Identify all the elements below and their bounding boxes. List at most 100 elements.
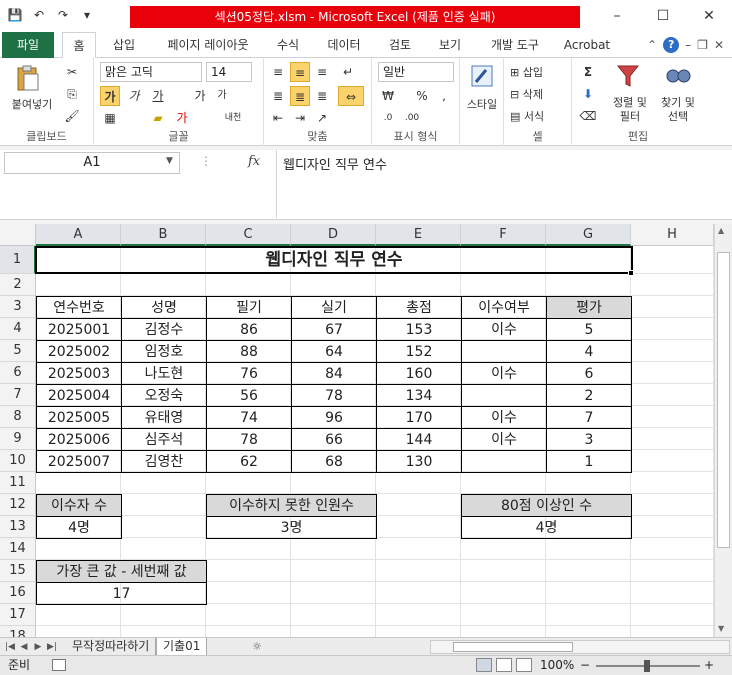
customize-qat-icon[interactable]: ▾ bbox=[78, 6, 96, 24]
row-header-12[interactable]: 12 bbox=[0, 494, 36, 516]
underline-button[interactable]: 가 bbox=[148, 86, 168, 106]
vertical-scrollbar[interactable]: ▲ ▼ bbox=[714, 224, 732, 637]
close-button[interactable]: ✕ bbox=[686, 0, 732, 32]
summary-value-fail[interactable]: 3명 bbox=[206, 516, 377, 539]
title-cell[interactable]: 웹디자인 직무 연수 bbox=[36, 246, 632, 274]
last-sheet-icon[interactable]: ▶| bbox=[46, 638, 58, 656]
table-cell[interactable]: 이수 bbox=[461, 362, 547, 385]
row-header-5[interactable]: 5 bbox=[0, 340, 36, 362]
tab-review[interactable]: 검토 bbox=[384, 32, 416, 58]
first-sheet-icon[interactable]: |◀ bbox=[4, 638, 16, 656]
border-icon[interactable]: ▦ bbox=[100, 108, 120, 128]
maximize-button[interactable]: ☐ bbox=[640, 0, 686, 32]
table-cell[interactable] bbox=[461, 450, 547, 473]
table-cell[interactable]: 130 bbox=[376, 450, 462, 473]
row-header-13[interactable]: 13 bbox=[0, 516, 36, 538]
table-header-cell[interactable]: 총점 bbox=[376, 296, 462, 319]
table-cell[interactable]: 2025005 bbox=[36, 406, 122, 429]
table-cell[interactable]: 2025006 bbox=[36, 428, 122, 451]
table-cell[interactable]: 67 bbox=[291, 318, 377, 341]
align-right-icon[interactable]: ≣ bbox=[312, 86, 332, 106]
shrink-font-button[interactable]: 가 bbox=[212, 86, 232, 106]
doc-restore-icon[interactable]: ❐ bbox=[697, 38, 708, 52]
paste-button[interactable]: 붙여넣기 bbox=[4, 96, 60, 112]
row-header-9[interactable]: 9 bbox=[0, 428, 36, 450]
table-cell[interactable]: 나도현 bbox=[121, 362, 207, 385]
styles-icon[interactable] bbox=[468, 62, 496, 90]
column-header-b[interactable]: B bbox=[121, 224, 206, 246]
table-cell[interactable]: 68 bbox=[291, 450, 377, 473]
vertical-scroll-thumb[interactable] bbox=[717, 252, 730, 548]
tab-file[interactable]: 파일 bbox=[2, 32, 54, 58]
tab-acrobat[interactable]: Acrobat bbox=[562, 32, 612, 58]
table-cell[interactable]: 152 bbox=[376, 340, 462, 363]
table-cell[interactable]: 64 bbox=[291, 340, 377, 363]
scroll-down-icon[interactable]: ▼ bbox=[718, 624, 724, 633]
bold-button[interactable]: 가 bbox=[100, 86, 120, 106]
formula-bar-splitter-icon[interactable]: ⋮ bbox=[200, 154, 212, 168]
table-cell[interactable]: 김영찬 bbox=[121, 450, 207, 473]
row-header-7[interactable]: 7 bbox=[0, 384, 36, 406]
undo-icon[interactable]: ↶ bbox=[30, 6, 48, 24]
zoom-in-button[interactable]: + bbox=[704, 656, 714, 675]
summary-label-over80[interactable]: 80점 이상인 수 bbox=[461, 494, 632, 517]
zoom-out-button[interactable]: − bbox=[580, 656, 590, 675]
table-cell[interactable]: 1 bbox=[546, 450, 632, 473]
row-header-17[interactable]: 17 bbox=[0, 604, 36, 626]
increase-decimal-icon[interactable]: .0 bbox=[378, 108, 398, 128]
zoom-slider-thumb[interactable] bbox=[644, 660, 650, 672]
table-cell[interactable]: 5 bbox=[546, 318, 632, 341]
horizontal-scroll-thumb[interactable] bbox=[453, 642, 573, 652]
table-cell[interactable]: 2025007 bbox=[36, 450, 122, 473]
row-header-6[interactable]: 6 bbox=[0, 362, 36, 384]
row-header-8[interactable]: 8 bbox=[0, 406, 36, 428]
autosum-button[interactable]: Σ bbox=[578, 62, 598, 82]
row-header-18[interactable]: 18 bbox=[0, 626, 36, 637]
table-cell[interactable]: 심주석 bbox=[121, 428, 207, 451]
decrease-indent-icon[interactable]: ⇤ bbox=[268, 108, 288, 128]
redo-icon[interactable]: ↷ bbox=[54, 6, 72, 24]
column-header-f[interactable]: F bbox=[461, 224, 546, 246]
increase-indent-icon[interactable]: ⇥ bbox=[290, 108, 310, 128]
table-cell[interactable]: 김정수 bbox=[121, 318, 207, 341]
currency-icon[interactable]: ₩ bbox=[378, 86, 398, 106]
table-cell[interactable]: 2025001 bbox=[36, 318, 122, 341]
formula-input[interactable]: 웹디자인 직무 연수 bbox=[276, 150, 718, 218]
align-bottom-icon[interactable]: ≡ bbox=[312, 62, 332, 82]
doc-minimize-icon[interactable]: – bbox=[685, 38, 691, 52]
save-icon[interactable]: 💾 bbox=[6, 6, 24, 24]
table-cell[interactable]: 170 bbox=[376, 406, 462, 429]
fill-handle[interactable] bbox=[628, 270, 634, 276]
column-header-c[interactable]: C bbox=[206, 224, 291, 246]
table-cell[interactable]: 7 bbox=[546, 406, 632, 429]
phonetic-button[interactable]: 내천 bbox=[218, 108, 248, 128]
table-header-cell[interactable]: 성명 bbox=[121, 296, 207, 319]
table-cell[interactable]: 이수 bbox=[461, 428, 547, 451]
new-sheet-icon[interactable]: ☼ bbox=[248, 638, 266, 656]
wrap-text-icon[interactable]: ↵ bbox=[338, 62, 358, 82]
fill-color-icon[interactable]: ▰ bbox=[148, 108, 168, 128]
find-select-button[interactable]: 찾기 및 선택 bbox=[656, 96, 700, 124]
table-cell[interactable]: 2 bbox=[546, 384, 632, 407]
sort-filter-icon[interactable] bbox=[614, 62, 642, 90]
table-cell[interactable] bbox=[461, 340, 547, 363]
percent-button[interactable]: % bbox=[412, 86, 432, 106]
font-color-button[interactable]: 가 bbox=[172, 108, 192, 128]
table-cell[interactable]: 78 bbox=[206, 428, 292, 451]
table-cell[interactable]: 88 bbox=[206, 340, 292, 363]
row-header-11[interactable]: 11 bbox=[0, 472, 36, 494]
comma-button[interactable]: , bbox=[434, 86, 454, 106]
table-header-cell[interactable]: 실기 bbox=[291, 296, 377, 319]
column-header-h[interactable]: H bbox=[631, 224, 714, 246]
italic-button[interactable]: 가 bbox=[124, 86, 144, 106]
align-center-icon[interactable]: ≣ bbox=[290, 86, 310, 106]
next-sheet-icon[interactable]: ▶ bbox=[32, 638, 44, 656]
row-header-4[interactable]: 4 bbox=[0, 318, 36, 340]
doc-close-icon[interactable]: ✕ bbox=[714, 38, 724, 52]
sort-filter-button[interactable]: 정렬 및 필터 bbox=[608, 96, 652, 124]
table-cell[interactable]: 이수 bbox=[461, 318, 547, 341]
column-header-a[interactable]: A bbox=[36, 224, 121, 246]
minimize-ribbon-icon[interactable]: ⌃ bbox=[647, 38, 657, 52]
table-cell[interactable]: 76 bbox=[206, 362, 292, 385]
paste-icon[interactable] bbox=[14, 64, 42, 92]
